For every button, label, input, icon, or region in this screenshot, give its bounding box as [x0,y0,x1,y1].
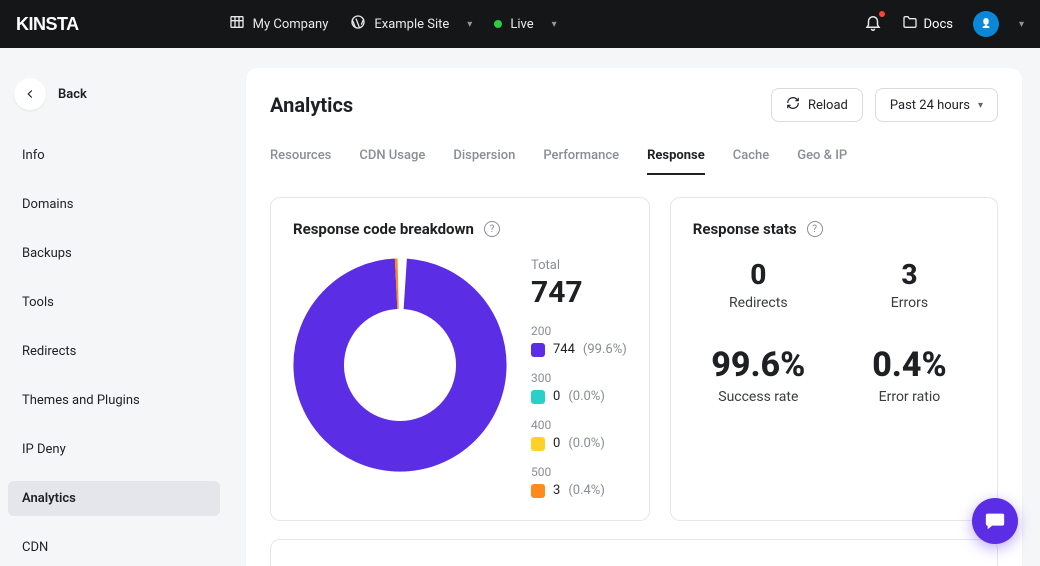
company-switcher[interactable]: My Company [229,14,329,34]
legend-value: 0 [553,389,560,404]
stat-label: Error ratio [844,389,975,405]
sidebar-item-tools[interactable]: Tools [8,285,220,320]
chat-button[interactable] [972,498,1018,544]
legend-percent: (99.6%) [583,342,627,357]
chevron-down-icon: ▾ [467,19,472,30]
environment-label: Live [510,17,533,32]
legend-percent: (0.0%) [568,389,605,404]
stat-redirects: 0 Redirects [693,258,824,311]
panel-placeholder [270,539,998,566]
legend-code: 300 [531,371,627,385]
stat-label: Success rate [693,389,824,405]
app-header: KINSTA My Company Example Site ▾ Live ▾ … [0,0,1040,48]
stat-value: 99.6% [693,345,824,385]
sidebar-item-backups[interactable]: Backups [8,236,220,271]
sidebar: Back Info Domains Backups Tools Redirects The… [0,48,228,566]
wordpress-icon [350,14,366,34]
panel-response-stats: Response stats ? 0 Redirects 3 Errors [670,197,998,521]
stat-value: 3 [844,258,975,291]
chevron-down-icon: ▾ [552,19,557,30]
site-switcher[interactable]: Example Site ▾ [350,14,472,34]
legend-code: 500 [531,465,627,479]
back-label: Back [58,87,87,102]
total-label: Total [531,258,627,273]
company-label: My Company [253,17,329,32]
folder-icon [902,14,918,34]
tab-resources[interactable]: Resources [270,148,331,175]
total-value: 747 [531,275,627,310]
reload-button[interactable]: Reload [771,88,863,122]
legend-value: 0 [553,436,560,451]
sidebar-item-ip-deny[interactable]: IP Deny [8,432,220,467]
sidebar-item-domains[interactable]: Domains [8,187,220,222]
account-menu-chevron[interactable]: ▾ [1019,19,1024,30]
company-icon [229,14,245,34]
legend-percent: (0.0%) [568,436,605,451]
tab-geo-ip[interactable]: Geo & IP [797,148,847,175]
notification-badge [879,11,885,17]
legend-percent: (0.4%) [568,483,605,498]
legend-value: 744 [553,342,575,357]
stat-label: Redirects [693,295,824,311]
sidebar-item-themes-and-plugins[interactable]: Themes and Plugins [8,383,220,418]
donut-chart [293,258,507,472]
docs-label: Docs [924,17,953,32]
sidebar-item-redirects[interactable]: Redirects [8,334,220,369]
tab-performance[interactable]: Performance [543,148,619,175]
main-content: Analytics Reload Past 24 hours ▾ Resourc… [228,48,1040,566]
sidebar-item-analytics[interactable]: Analytics [8,481,220,516]
legend-value: 3 [553,483,560,498]
tab-cdn-usage[interactable]: CDN Usage [359,148,425,175]
legend-swatch-icon [531,390,545,404]
legend-code: 200 [531,324,627,338]
docs-link[interactable]: Docs [902,14,953,34]
panel-title: Response code breakdown [293,220,474,238]
legend-item-400: 400 0 (0.0%) [531,418,627,451]
notifications-button[interactable] [864,13,882,35]
environment-switcher[interactable]: Live ▾ [494,17,556,32]
stat-label: Errors [844,295,975,311]
reload-icon [786,96,800,114]
sidebar-item-cdn[interactable]: CDN [8,530,220,565]
legend-item-300: 300 0 (0.0%) [531,371,627,404]
tab-cache[interactable]: Cache [733,148,769,175]
tab-dispersion[interactable]: Dispersion [453,148,515,175]
legend-item-200: 200 744 (99.6%) [531,324,627,357]
legend-code: 400 [531,418,627,432]
stat-value: 0 [693,258,824,291]
help-icon[interactable]: ? [807,221,823,237]
panel-title: Response stats [693,220,797,238]
avatar[interactable] [973,11,999,37]
status-dot-icon [494,20,502,28]
back-button[interactable] [14,78,46,110]
legend-swatch-icon [531,437,545,451]
timerange-button[interactable]: Past 24 hours ▾ [875,88,998,122]
legend-item-500: 500 3 (0.4%) [531,465,627,498]
legend-swatch-icon [531,484,545,498]
sidebar-item-info[interactable]: Info [8,138,220,173]
help-icon[interactable]: ? [484,221,500,237]
chevron-down-icon: ▾ [978,100,983,111]
panel-response-breakdown: Response code breakdown ? Total 747 [270,197,650,521]
tab-response[interactable]: Response [647,148,705,175]
chart-legend: Total 747 200 744 (99.6%) 300 0 (0.0%) 400 0 (0.… [531,258,627,498]
stat-errors: 3 Errors [844,258,975,311]
page-title: Analytics [270,93,353,117]
stat-success-rate: 99.6% Success rate [693,345,824,405]
logo: KINSTA [16,14,79,35]
site-label: Example Site [374,17,449,32]
timerange-label: Past 24 hours [890,98,970,113]
stat-error-ratio: 0.4% Error ratio [844,345,975,405]
legend-swatch-icon [531,343,545,357]
stat-value: 0.4% [844,345,975,385]
reload-label: Reload [808,98,848,113]
